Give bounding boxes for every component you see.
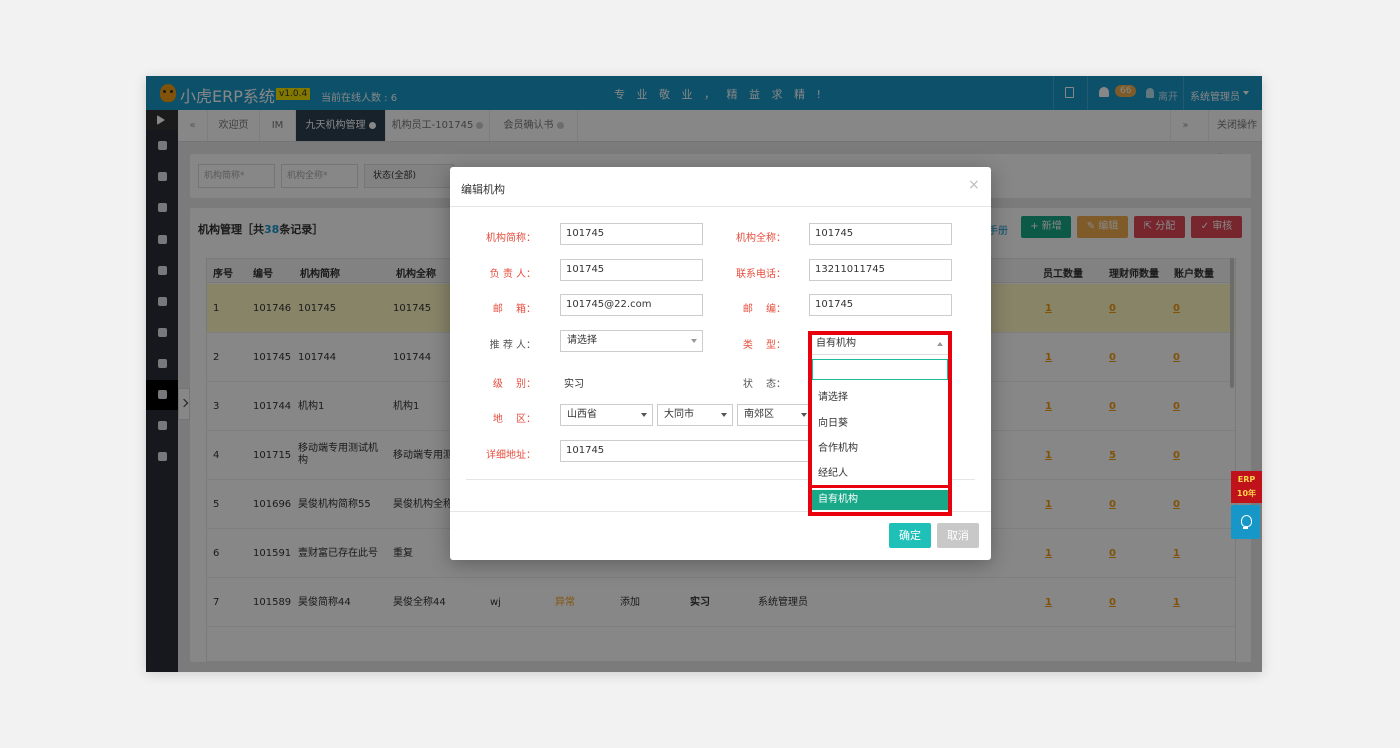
district-select[interactable]: 南郊区	[737, 404, 813, 426]
referrer-label: 推 荐 人：	[489, 340, 536, 351]
phone-label: 联系电话：	[736, 269, 786, 280]
city-select[interactable]: 大同市	[657, 404, 733, 426]
email-input[interactable]: 101745@22.com	[560, 294, 703, 316]
confirm-button[interactable]: 确定	[889, 523, 931, 548]
level-value: 实习	[564, 379, 584, 390]
address-label: 详细地址：	[486, 450, 536, 461]
status-label: 状 态：	[742, 379, 786, 390]
cancel-button[interactable]: 取消	[937, 523, 979, 548]
close-icon[interactable]: ×	[968, 177, 980, 193]
full-name-input[interactable]: 101745	[809, 223, 952, 245]
zip-input[interactable]: 101745	[809, 294, 952, 316]
type-search-input[interactable]	[812, 359, 948, 380]
caret-down-icon	[641, 413, 647, 417]
caret-down-icon	[801, 413, 807, 417]
ad-line-1: ERP	[1237, 475, 1256, 484]
type-select-dropdown[interactable]: 自有机构 请选择 向日葵 合作机构 经纪人 自有机构	[812, 335, 948, 512]
highlight-separator	[812, 485, 948, 488]
caret-down-icon	[721, 413, 727, 417]
ad-line-2: 10年	[1236, 489, 1257, 498]
type-option-broker[interactable]: 经纪人	[812, 464, 948, 484]
type-option-sunflower[interactable]: 向日葵	[812, 414, 948, 434]
erp-app-window: 小虎ERP系统 v1.0.4 当前在线人数 : 6 专 业 敬 业 ， 精 益 …	[146, 76, 1262, 672]
type-option-own[interactable]: 自有机构	[812, 490, 948, 510]
phone-input[interactable]: 13211011745	[809, 259, 952, 281]
email-label: 邮 箱：	[492, 304, 536, 315]
erp-10-year-ad[interactable]: ERP 10年	[1231, 471, 1262, 503]
region-label: 地 区：	[492, 414, 536, 425]
caret-down-icon	[691, 339, 697, 343]
referrer-select[interactable]: 请选择	[560, 330, 703, 352]
short-name-label: 机构简称：	[486, 233, 536, 244]
leader-label: 负 责 人：	[489, 269, 536, 280]
province-select[interactable]: 山西省	[560, 404, 653, 426]
modal-title: 编辑机构	[461, 183, 505, 196]
caret-up-wrapper	[934, 335, 948, 353]
leader-input[interactable]: 101745	[560, 259, 703, 281]
type-label: 类 型：	[742, 340, 786, 351]
divider	[450, 206, 991, 207]
caret-up-icon	[937, 342, 943, 346]
zip-label: 邮 编：	[742, 304, 786, 315]
type-option-partner[interactable]: 合作机构	[812, 439, 948, 459]
type-select[interactable]: 自有机构	[812, 335, 948, 355]
level-label: 级 别：	[492, 379, 536, 390]
full-name-label: 机构全称：	[736, 233, 786, 244]
lightbulb-icon[interactable]	[1231, 505, 1260, 539]
type-option-none[interactable]: 请选择	[812, 388, 948, 408]
short-name-input[interactable]: 101745	[560, 223, 703, 245]
address-input[interactable]: 101745	[560, 440, 810, 462]
